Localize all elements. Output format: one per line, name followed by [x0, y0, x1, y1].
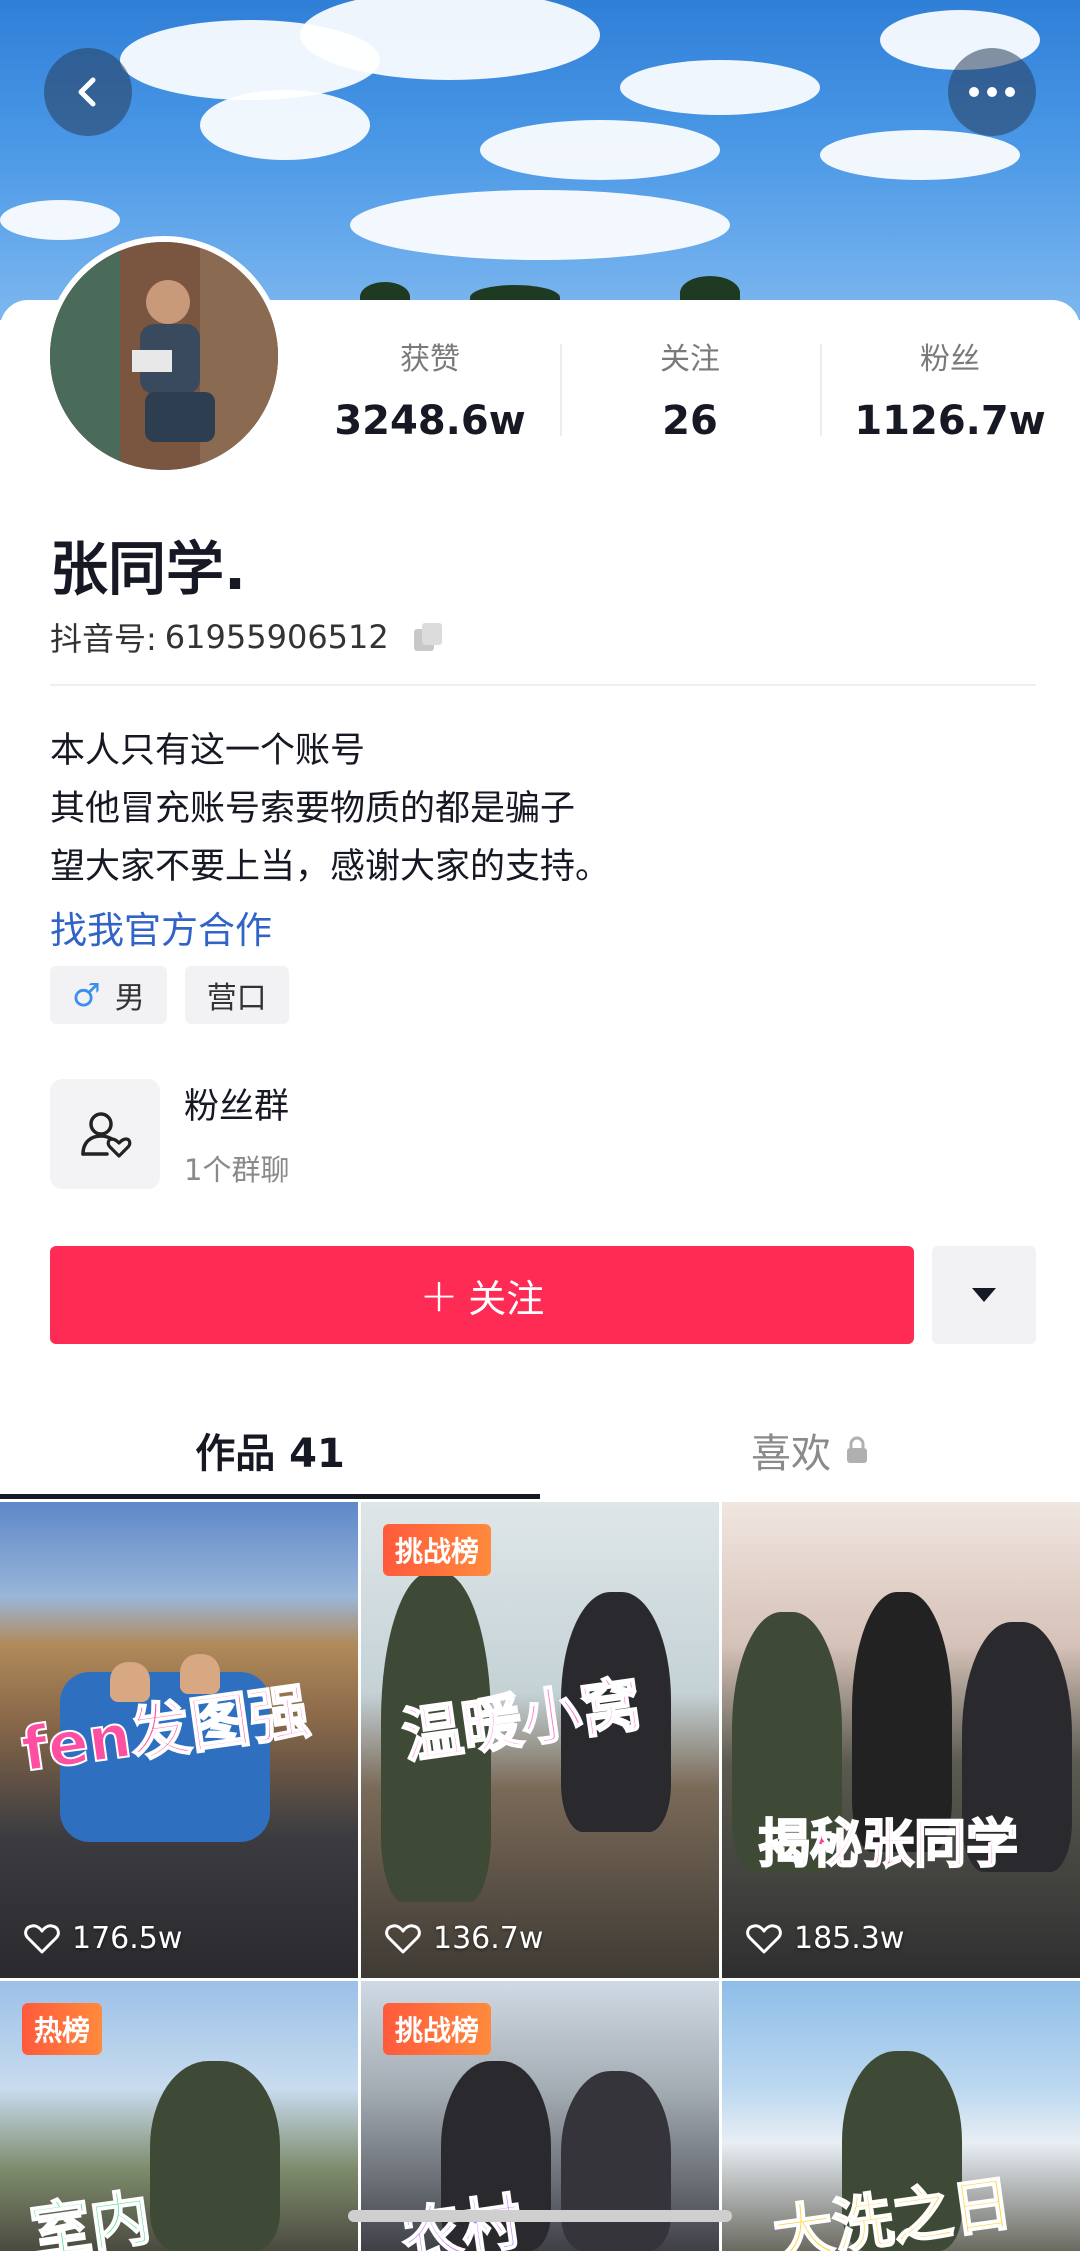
video-likes-count: 185.3w [794, 1921, 905, 1956]
tab-likes[interactable]: 喜欢 [540, 1400, 1080, 1500]
gender-label: 男 [114, 981, 145, 1016]
location-label: 营口 [206, 981, 267, 1016]
person-shape [150, 2061, 280, 2251]
challenge-badge: 挑战榜 [383, 1524, 492, 1576]
stat-fans[interactable]: 粉丝 1126.7w [820, 330, 1080, 460]
profile-stats: 获赞 3248.6w 关注 26 粉丝 1126.7w [300, 330, 1080, 460]
follow-label: 关注 [468, 1276, 545, 1321]
bio: 本人只有这一个账号 其他冒充账号索要物质的都是骗子 望大家不要上当，感谢大家的支… [50, 722, 610, 896]
group-heart-icon [81, 1111, 132, 1158]
avatar-photo [50, 242, 278, 470]
heart-icon [385, 1923, 421, 1953]
video-thumbnail[interactable]: 挑战榜 温暖小窝 136.7w [361, 1502, 719, 1978]
video-title: 揭秘张同学 [757, 1814, 1019, 1876]
video-likes: 136.7w [385, 1921, 543, 1956]
tab-active-indicator [0, 1494, 540, 1499]
video-title: 室内 [25, 2182, 156, 2251]
more-button[interactable] [948, 48, 1036, 136]
plus-icon: + [419, 1268, 459, 1322]
stat-following[interactable]: 关注 26 [560, 330, 820, 460]
male-icon: ♂ [72, 976, 101, 1014]
video-thumbnail[interactable]: fen发图强 176.5w [0, 1502, 358, 1978]
bio-line: 望大家不要上当，感谢大家的支持。 [50, 847, 611, 887]
fan-group-icon-box [50, 1078, 160, 1189]
fan-group-text: 粉丝群 1个群聊 [184, 1078, 289, 1189]
home-indicator [348, 2210, 732, 2222]
copy-icon[interactable] [411, 620, 445, 654]
following-value: 26 [662, 398, 718, 444]
divider [50, 684, 1036, 686]
bio-line: 其他冒充账号索要物质的都是骗子 [50, 789, 576, 829]
video-grid: fen发图强 176.5w 挑战榜 温暖小窝 136.7w 揭秘张同学 185.… [0, 1502, 1080, 2251]
tab-works[interactable]: 作品 41 [0, 1400, 540, 1500]
hot-badge: 热榜 [22, 2003, 103, 2055]
heart-icon [746, 1923, 782, 1953]
fan-group-title: 粉丝群 [184, 1087, 290, 1127]
fan-group-subtitle: 1个群聊 [184, 1153, 290, 1187]
video-likes: 185.3w [746, 1921, 904, 1956]
fan-group-entry[interactable]: 粉丝群 1个群聊 [50, 1078, 289, 1189]
likes-label: 获赞 [400, 342, 460, 377]
follow-button[interactable]: + 关注 [50, 1246, 914, 1344]
recommend-dropdown-button[interactable] [932, 1246, 1036, 1344]
video-thumbnail[interactable]: 揭秘张同学 185.3w [722, 1502, 1080, 1978]
heart-icon [24, 1923, 60, 1953]
official-cooperation-link[interactable]: 找我官方合作 [50, 900, 272, 954]
douyin-id-row: 抖音号: 61955906512 [50, 614, 445, 660]
stat-likes[interactable]: 获赞 3248.6w [300, 330, 560, 460]
video-thumbnail[interactable]: 大洗之日 [722, 1981, 1080, 2251]
video-likes-count: 136.7w [433, 1921, 544, 1956]
lock-icon [847, 1436, 867, 1463]
ellipsis-icon [969, 87, 1015, 97]
likes-value: 3248.6w [334, 398, 526, 444]
fans-label: 粉丝 [920, 342, 980, 377]
fans-value: 1126.7w [854, 398, 1046, 444]
douyin-id-value: 61955906512 [164, 618, 389, 656]
video-likes: 176.5w [24, 1921, 182, 1956]
challenge-badge: 挑战榜 [383, 2003, 492, 2055]
person-shape [561, 2071, 671, 2251]
douyin-id-label: 抖音号: [50, 620, 157, 658]
video-likes-count: 176.5w [72, 1921, 183, 1956]
tab-likes-label: 喜欢 [751, 1431, 831, 1477]
profile-tags: ♂ 男 营口 [50, 966, 289, 1024]
bio-line: 本人只有这一个账号 [50, 731, 366, 771]
gender-tag: ♂ 男 [50, 966, 167, 1024]
caret-down-icon [972, 1288, 996, 1302]
back-button[interactable] [44, 48, 132, 136]
avatar[interactable] [44, 236, 284, 476]
content-tabs: 作品 41 喜欢 [0, 1400, 1080, 1500]
video-thumbnail[interactable]: 热榜 室内 [0, 1981, 358, 2251]
tab-works-label: 作品 41 [195, 1431, 345, 1477]
chevron-left-icon [78, 77, 96, 107]
following-label: 关注 [660, 342, 720, 377]
location-tag: 营口 [184, 966, 289, 1024]
profile-name: 张同学. [50, 535, 247, 603]
